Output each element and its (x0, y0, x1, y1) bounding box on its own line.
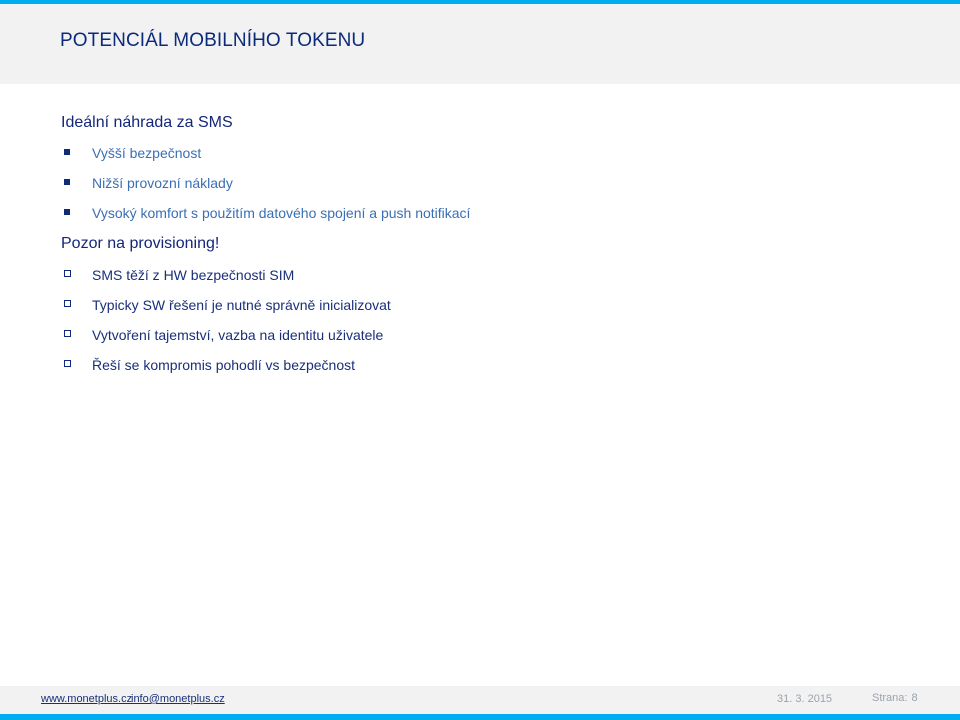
bullet-item: Typicky SW řešení je nutné správně inici… (61, 295, 921, 315)
bullet-text: Typicky SW řešení je nutné správně inici… (92, 297, 391, 313)
bullet-item: SMS těží z HW bezpečnosti SIM (61, 265, 921, 285)
slide: POTENCIÁL MOBILNÍHO TOKENU Ideální náhra… (0, 0, 960, 720)
square-outline-bullet-icon (64, 270, 71, 277)
bullet-item: Vyšší bezpečnost (61, 143, 921, 163)
bullet-text: Vysoký komfort s použitím datového spoje… (92, 205, 471, 221)
slide-title: POTENCIÁL MOBILNÍHO TOKENU (60, 30, 366, 51)
bullet-item: Vysoký komfort s použitím datového spoje… (61, 203, 921, 223)
footer-date: 31. 3. 2015 (777, 693, 833, 705)
bottom-accent-stripe (0, 714, 960, 720)
section-heading: Ideální náhrada za SMS (61, 114, 233, 131)
square-bullet-icon (64, 209, 70, 215)
bullet-text: Řeší se kompromis pohodlí vs bezpečnost (92, 357, 356, 373)
square-outline-bullet-icon (64, 330, 71, 337)
square-bullet-icon (64, 149, 70, 155)
page-label: Strana: (872, 692, 908, 704)
section-heading: Pozor na provisioning! (61, 235, 220, 252)
bullet-text: Vytvoření tajemství, vazba na identitu u… (92, 327, 384, 343)
slide-content: Ideální náhrada za SMS Vyšší bezpečnost … (61, 112, 921, 385)
bullet-item: Nižší provozní náklady (61, 173, 921, 193)
bullet-text: SMS těží z HW bezpečnosti SIM (92, 267, 295, 283)
page-indicator: Strana: 8 (872, 692, 918, 704)
page-number: 8 (911, 692, 918, 704)
email-link[interactable]: info@monetplus.cz (131, 693, 225, 705)
bullet-item: Řeší se kompromis pohodlí vs bezpečnost (61, 355, 921, 375)
bullet-list: SMS těží z HW bezpečnosti SIM Typicky SW… (61, 265, 921, 375)
square-bullet-icon (64, 179, 70, 185)
bullet-text: Nižší provozní náklady (92, 175, 233, 191)
bullet-item: Vytvoření tajemství, vazba na identitu u… (61, 325, 921, 345)
bullet-list: Vyšší bezpečnost Nižší provozní náklady … (61, 143, 921, 223)
bullet-text: Vyšší bezpečnost (92, 145, 202, 161)
square-outline-bullet-icon (64, 300, 71, 307)
square-outline-bullet-icon (64, 360, 71, 367)
website-link[interactable]: www.monetplus.cz (41, 693, 132, 705)
